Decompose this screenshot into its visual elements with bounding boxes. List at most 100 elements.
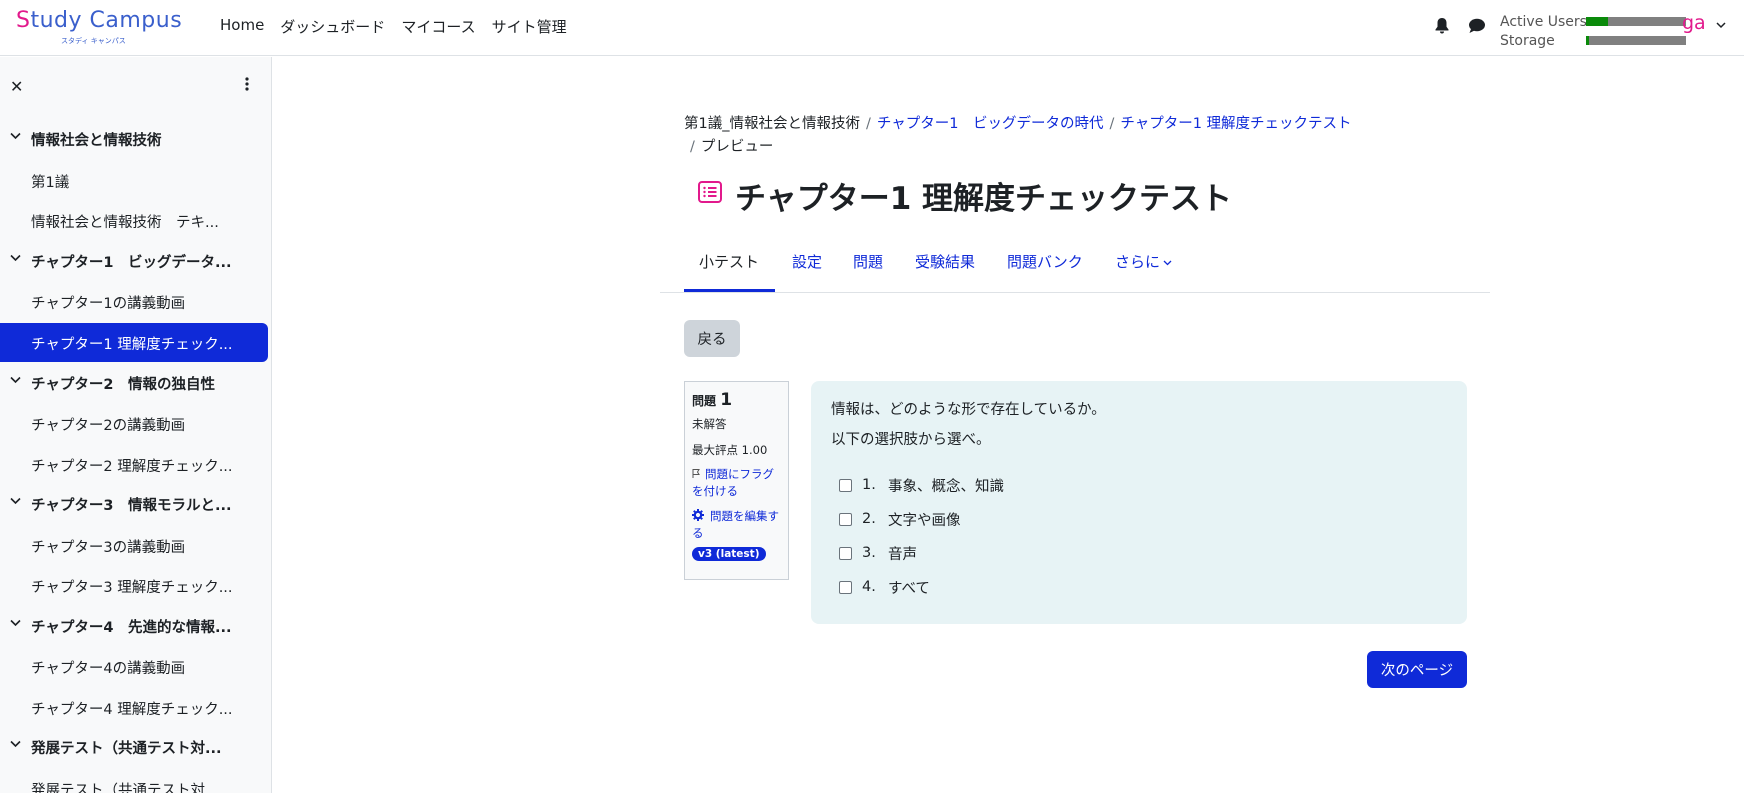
course-index-label: 発展テスト（共通テスト対... bbox=[31, 741, 222, 757]
edit-question-link[interactable]: 問題を編集する bbox=[692, 508, 781, 542]
answer-text: すべて bbox=[888, 580, 930, 597]
chevron-down-icon bbox=[1163, 260, 1172, 265]
active-tab-indicator bbox=[684, 289, 775, 292]
answer-text: 文字や画像 bbox=[888, 512, 961, 529]
breadcrumb-chapter[interactable]: チャプター1 ビッグデータの時代 bbox=[877, 116, 1104, 132]
question-number-value: 1 bbox=[720, 390, 733, 410]
course-section[interactable]: チャプター2 情報の独自性 bbox=[0, 363, 271, 404]
nav-my-courses[interactable]: マイコース bbox=[401, 16, 475, 37]
question-max-mark: 最大評点 1.00 bbox=[692, 443, 768, 457]
answer-checkbox[interactable] bbox=[839, 580, 852, 594]
course-activity[interactable]: チャプター4の講義動画 bbox=[0, 646, 271, 687]
tab-more[interactable]: さらに bbox=[1115, 251, 1172, 272]
question-text: 情報は、どのような形で存在しているか。 以下の選択肢から選べ。 bbox=[831, 395, 1106, 455]
course-index-label: チャプター4 先進的な情報... bbox=[31, 619, 232, 636]
storage-fill bbox=[1586, 36, 1589, 45]
question-content: 情報は、どのような形で存在しているか。 以下の選択肢から選べ。 1. 事象、概念、… bbox=[811, 381, 1467, 624]
chevron-down-icon[interactable] bbox=[10, 132, 21, 140]
breadcrumb-course[interactable]: 第1議_情報社会と情報技術 bbox=[684, 116, 860, 132]
answer-option[interactable]: 1. 事象、概念、知識 bbox=[839, 468, 1004, 502]
course-index-label: 情報社会と情報技術 bbox=[31, 133, 162, 149]
site-logo[interactable]: Study Campus スタディ キャンパス bbox=[16, 6, 182, 50]
flag-question-label: 問題にフラグを付ける bbox=[692, 467, 774, 498]
back-button[interactable]: 戻る bbox=[684, 320, 740, 357]
tab-quiz[interactable]: 小テスト bbox=[699, 251, 759, 272]
course-section[interactable]: 発展テスト（共通テスト対... bbox=[0, 727, 271, 768]
course-activity[interactable]: チャプター3の講義動画 bbox=[0, 525, 271, 566]
course-activity[interactable]: 情報社会と情報技術 テキ... bbox=[0, 200, 271, 241]
course-index-label: チャプター3 情報モラルと... bbox=[31, 498, 232, 514]
chevron-down-icon[interactable] bbox=[10, 740, 21, 748]
course-index-label: チャプター4の講義動画 bbox=[31, 661, 186, 677]
kebab-menu-icon[interactable] bbox=[240, 76, 254, 92]
bell-icon[interactable] bbox=[1434, 17, 1450, 35]
course-activity[interactable]: 第1議 bbox=[0, 160, 271, 201]
chevron-down-icon[interactable] bbox=[1716, 22, 1726, 29]
answer-checkbox[interactable] bbox=[839, 512, 852, 526]
tab-more-label: さらに bbox=[1115, 253, 1161, 271]
course-section[interactable]: チャプター4 先進的な情報... bbox=[0, 606, 271, 647]
course-index-drawer: ✕ 情報社会と情報技術 第1議情報社会と情報技術 テキ... チャプター1 ビッグデ… bbox=[0, 57, 272, 793]
chevron-down-icon[interactable] bbox=[10, 254, 21, 262]
course-index-label: チャプター3 理解度チェック... bbox=[31, 580, 233, 596]
nav-site-admin[interactable]: サイト管理 bbox=[492, 16, 567, 37]
course-activity-active[interactable]: チャプター1 理解度チェック... bbox=[0, 322, 268, 362]
answer-options: 1. 事象、概念、知識 2. 文字や画像 3. 音声 4. すべて bbox=[839, 468, 1004, 604]
tab-questions[interactable]: 問題 bbox=[853, 251, 883, 272]
chevron-down-icon[interactable] bbox=[10, 497, 21, 505]
course-index-label: チャプター2 情報の独自性 bbox=[31, 376, 215, 393]
primary-navigation: Home ダッシュボード マイコース サイト管理 bbox=[220, 16, 567, 37]
nav-dashboard[interactable]: ダッシュボード bbox=[280, 16, 385, 37]
course-section[interactable]: 情報社会と情報技術 bbox=[0, 119, 271, 160]
tab-question-bank[interactable]: 問題バンク bbox=[1007, 251, 1083, 272]
usage-meters: Active Users Storage bbox=[1500, 12, 1686, 50]
course-index-label: チャプター2 理解度チェック... bbox=[31, 458, 233, 475]
answer-option[interactable]: 3. 音声 bbox=[839, 536, 1004, 570]
version-badge: v3 (latest) bbox=[692, 547, 766, 561]
answer-number: 4. bbox=[862, 579, 876, 595]
course-activity[interactable]: チャプター2 理解度チェック... bbox=[0, 444, 271, 485]
course-activity[interactable]: チャプター2の講義動画 bbox=[0, 403, 271, 444]
answer-checkbox[interactable] bbox=[839, 546, 852, 560]
edit-question-label: 問題を編集する bbox=[692, 509, 779, 540]
logo-subtitle: スタディ キャンパス bbox=[61, 37, 126, 45]
tab-settings[interactable]: 設定 bbox=[792, 251, 822, 272]
answer-option[interactable]: 4. すべて bbox=[839, 570, 1004, 604]
answer-checkbox[interactable] bbox=[839, 478, 852, 492]
chat-icon[interactable] bbox=[1468, 18, 1486, 34]
top-navbar: Study Campus スタディ キャンパス Home ダッシュボード マイコ… bbox=[0, 0, 1744, 56]
question-text-line: 情報は、どのような形で存在しているか。 bbox=[831, 402, 1106, 418]
active-users-meter: Active Users bbox=[1500, 12, 1686, 31]
course-index-label: チャプター1の講義動画 bbox=[31, 296, 186, 312]
course-activity[interactable]: チャプター1の講義動画 bbox=[0, 281, 271, 322]
answer-option[interactable]: 2. 文字や画像 bbox=[839, 502, 1004, 536]
chevron-down-icon[interactable] bbox=[10, 376, 21, 384]
breadcrumb-separator: / bbox=[690, 139, 695, 155]
course-activity[interactable]: チャプター3 理解度チェック... bbox=[0, 565, 271, 606]
course-index-label: 第1議 bbox=[31, 174, 70, 191]
quiz-icon bbox=[698, 181, 722, 203]
course-index-label: チャプター4 理解度チェック... bbox=[31, 701, 233, 718]
course-section[interactable]: チャプター1 ビッグデータ... bbox=[0, 241, 271, 282]
next-page-button[interactable]: 次のページ bbox=[1367, 651, 1467, 688]
secondary-navigation: 小テスト 設定 問題 受験結果 問題バンク さらに bbox=[660, 228, 1490, 293]
question-status: 未解答 bbox=[692, 417, 727, 431]
course-activity[interactable]: チャプター4 理解度チェック... bbox=[0, 687, 271, 728]
chevron-down-icon[interactable] bbox=[10, 619, 21, 627]
course-activity[interactable]: 発展テスト（共通テスト対... bbox=[0, 768, 271, 793]
nav-home[interactable]: Home bbox=[220, 16, 264, 37]
course-index-label: チャプター1 ビッグデータ... bbox=[31, 254, 232, 271]
question-info: 問題 1 未解答 最大評点 1.00 問題にフラグを付ける 問題を編集する v3… bbox=[684, 381, 789, 580]
user-avatar[interactable]: ga bbox=[1682, 12, 1706, 34]
active-users-label: Active Users bbox=[1500, 13, 1587, 30]
storage-bar bbox=[1586, 36, 1686, 45]
tab-results[interactable]: 受験結果 bbox=[915, 251, 975, 272]
course-section[interactable]: チャプター3 情報モラルと... bbox=[0, 484, 271, 525]
storage-meter: Storage bbox=[1500, 31, 1686, 50]
course-index-label: 発展テスト（共通テスト対... bbox=[31, 782, 219, 793]
flag-question-link[interactable]: 問題にフラグを付ける bbox=[692, 466, 781, 500]
storage-label: Storage bbox=[1500, 32, 1555, 49]
close-drawer-button[interactable]: ✕ bbox=[10, 77, 24, 96]
breadcrumb-quiz[interactable]: チャプター1 理解度チェックテスト bbox=[1120, 116, 1351, 132]
question-label: 問題 bbox=[692, 394, 717, 408]
